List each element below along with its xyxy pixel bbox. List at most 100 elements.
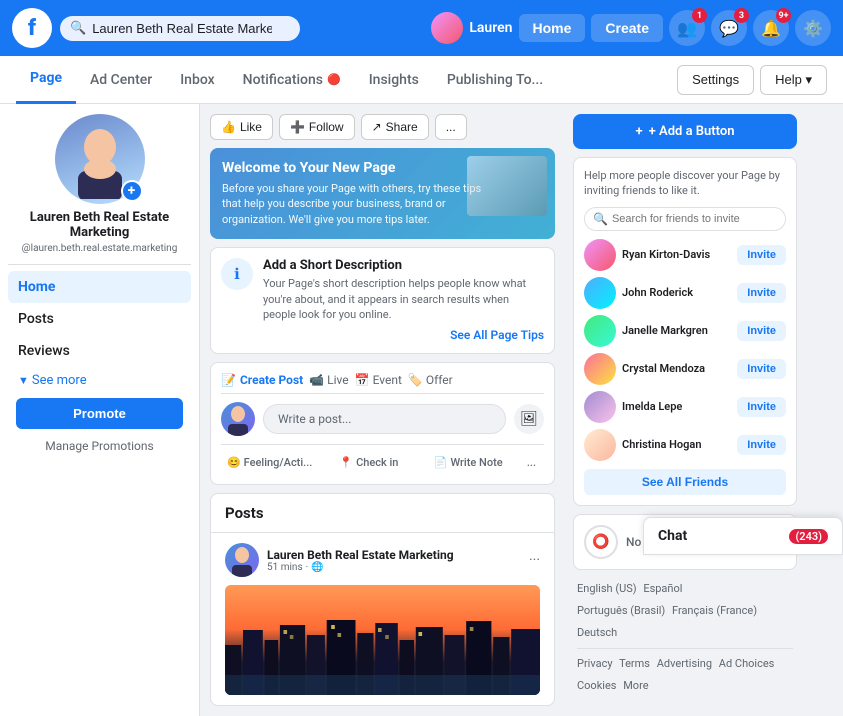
page-nav-item-notifications[interactable]: Notifications 🔴 xyxy=(229,56,355,104)
friend-name: Janelle Markgren xyxy=(622,324,708,337)
globe-icon: 🌐 xyxy=(311,562,323,573)
post-image-icon[interactable]: 🖼 xyxy=(514,404,544,434)
rating-icon: ⭕ xyxy=(584,525,618,559)
people-icon-btn[interactable]: 👥 1 xyxy=(669,10,705,46)
page-nav-item-page[interactable]: Page xyxy=(16,56,76,104)
chat-title: Chat xyxy=(658,528,687,544)
create-post-section: 📝 Create Post 📹 Live 📅 Event 🏷️ Offer Wr… xyxy=(210,362,555,485)
advertising-link[interactable]: Advertising xyxy=(657,657,712,670)
main-content: 👍Like ➕Follow ↗Share ... Welcome to Your… xyxy=(200,104,565,716)
settings-icon-btn[interactable]: ⚙️ xyxy=(795,10,831,46)
page-nav-item-inbox[interactable]: Inbox xyxy=(166,56,228,104)
promote-button[interactable]: Promote xyxy=(16,398,183,429)
friend-name: Imelda Lepe xyxy=(622,400,682,413)
fb-logo: f xyxy=(12,8,52,48)
nav-profile[interactable]: Lauren xyxy=(431,12,512,44)
friend-item: Ryan Kirton-Davis Invite xyxy=(584,239,786,271)
add-description-card: ℹ Add a Short Description Your Page's sh… xyxy=(210,247,555,354)
chat-bar[interactable]: Chat (243) xyxy=(643,517,843,555)
portugues-link[interactable]: Português (Brasil) xyxy=(577,604,665,617)
event-tab[interactable]: 📅 Event xyxy=(355,373,402,387)
page-nav-item-publishing[interactable]: Publishing To... xyxy=(433,56,557,104)
invite-btn-2[interactable]: Invite xyxy=(737,321,786,341)
invite-btn-5[interactable]: Invite xyxy=(737,435,786,455)
sidebar-item-reviews[interactable]: Reviews xyxy=(8,335,191,367)
see-all-tips-link[interactable]: See All Page Tips xyxy=(450,328,544,342)
search-friends-bar[interactable]: 🔍 xyxy=(584,207,786,231)
privacy-link[interactable]: Privacy xyxy=(577,657,613,670)
help-btn[interactable]: Help ▾ xyxy=(760,65,827,95)
post-author-avatar xyxy=(221,402,255,436)
messages-icon-btn[interactable]: 💬 3 xyxy=(711,10,747,46)
add-desc-title: Add a Short Description xyxy=(263,258,544,273)
right-sidebar: + + Add a Button Help more people discov… xyxy=(565,104,805,716)
live-tab[interactable]: 📹 Live xyxy=(309,373,348,387)
terms-link[interactable]: Terms xyxy=(619,657,650,670)
post-avatar xyxy=(225,543,259,577)
feeling-action[interactable]: 😊 Feeling/Acti... xyxy=(221,451,318,474)
search-input[interactable] xyxy=(92,21,272,36)
see-all-friends-btn[interactable]: See All Friends xyxy=(584,469,786,495)
manage-promotions-link[interactable]: Manage Promotions xyxy=(8,435,191,457)
friend-item: Janelle Markgren Invite xyxy=(584,315,786,347)
post-item: Lauren Beth Real Estate Marketing 51 min… xyxy=(211,533,554,705)
follow-button[interactable]: ➕Follow xyxy=(279,114,355,140)
create-post-tab[interactable]: 📝 Create Post xyxy=(221,373,303,387)
home-btn[interactable]: Home xyxy=(519,14,586,42)
friend-avatar xyxy=(584,239,616,271)
francais-link[interactable]: Français (France) xyxy=(672,604,757,617)
friend-name: John Roderick xyxy=(622,286,693,299)
friend-avatar xyxy=(584,353,616,385)
page-name: Lauren Beth Real Estate Marketing xyxy=(8,210,191,240)
notifications-icon-btn[interactable]: 🔔 9+ xyxy=(753,10,789,46)
create-btn[interactable]: Create xyxy=(591,14,663,42)
sidebar-item-home[interactable]: Home xyxy=(8,271,191,303)
search-friends-input[interactable] xyxy=(612,213,777,225)
english-link[interactable]: English (US) xyxy=(577,582,637,595)
share-button[interactable]: ↗Share xyxy=(361,114,429,140)
search-friends-icon: 🔍 xyxy=(593,212,608,226)
deutsch-link[interactable]: Deutsch xyxy=(577,626,617,639)
checkin-action[interactable]: 📍 Check in xyxy=(320,451,417,474)
more-actions[interactable]: ... xyxy=(519,451,544,474)
people-badge: 1 xyxy=(692,8,707,23)
sidebar-item-posts[interactable]: Posts xyxy=(8,303,191,335)
post-meta: 51 mins · 🌐 xyxy=(267,562,454,573)
welcome-text: Before you share your Page with others, … xyxy=(222,181,482,227)
posts-header: Posts xyxy=(211,494,554,533)
friend-item: Crystal Mendoza Invite xyxy=(584,353,786,385)
add-button-card[interactable]: + + Add a Button xyxy=(573,114,797,149)
page-handle: @lauren.beth.real.estate.marketing xyxy=(8,243,191,254)
post-input-area[interactable]: Write a post... xyxy=(263,404,506,434)
invite-btn-3[interactable]: Invite xyxy=(737,359,786,379)
settings-btn[interactable]: Settings xyxy=(677,65,754,95)
invite-btn-1[interactable]: Invite xyxy=(737,283,786,303)
top-nav: f 🔍 Lauren Home Create 👥 1 💬 3 🔔 9+ ⚙️ xyxy=(0,0,843,56)
friend-item: Imelda Lepe Invite xyxy=(584,391,786,423)
espanol-link[interactable]: Español xyxy=(643,582,682,595)
write-note-action[interactable]: 📄 Write Note xyxy=(420,451,517,474)
action-bar: 👍Like ➕Follow ↗Share ... xyxy=(210,114,555,140)
friend-item: Christina Hogan Invite xyxy=(584,429,786,461)
friend-item: John Roderick Invite xyxy=(584,277,786,309)
more-button[interactable]: ... xyxy=(435,114,467,140)
cookies-link[interactable]: Cookies xyxy=(577,679,616,692)
more-footer-link[interactable]: More xyxy=(623,679,648,692)
messages-badge: 3 xyxy=(734,8,749,23)
like-button[interactable]: 👍Like xyxy=(210,114,273,140)
add-desc-text: Your Page's short description helps peop… xyxy=(263,276,544,322)
see-more-link[interactable]: ▼ See more xyxy=(8,371,191,390)
invite-btn-4[interactable]: Invite xyxy=(737,397,786,417)
invite-btn-0[interactable]: Invite xyxy=(737,245,786,265)
description-icon: ℹ xyxy=(221,258,253,290)
friend-avatar xyxy=(584,315,616,347)
page-nav-item-adcenter[interactable]: Ad Center xyxy=(76,56,166,104)
page-nav-item-insights[interactable]: Insights xyxy=(355,56,433,104)
left-sidebar: + Lauren Beth Real Estate Marketing @lau… xyxy=(0,104,200,716)
offer-tab[interactable]: 🏷️ Offer xyxy=(408,373,453,387)
avatar-add-button[interactable]: + xyxy=(121,180,143,202)
ad-choices-link[interactable]: Ad Choices xyxy=(719,657,775,670)
friend-name: Crystal Mendoza xyxy=(622,362,705,375)
search-bar[interactable]: 🔍 xyxy=(60,16,300,41)
sidebar-menu: Home Posts Reviews xyxy=(8,271,191,367)
